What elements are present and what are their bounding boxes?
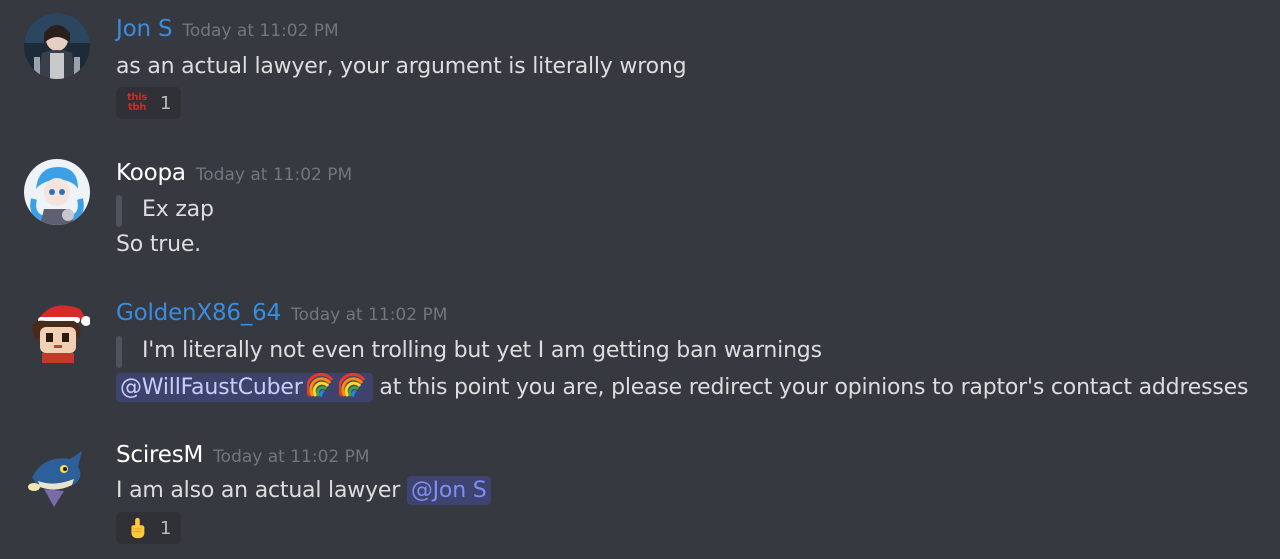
message-text: I am also an actual lawyer bbox=[116, 478, 401, 503]
reaction-this-tbh[interactable]: this tbh 1 bbox=[116, 87, 182, 119]
username[interactable]: GoldenX86_64 bbox=[116, 300, 281, 326]
user-mention[interactable]: @Jon S bbox=[406, 476, 491, 505]
chat-messages: Jon S Today at 11:02 PM as an actual lawy… bbox=[0, 0, 1280, 559]
rainbow-icon bbox=[338, 372, 365, 398]
avatar[interactable] bbox=[24, 441, 90, 507]
reaction-count: 1 bbox=[160, 92, 172, 114]
quote-text: Ex zap bbox=[142, 197, 214, 222]
username[interactable]: Koopa bbox=[116, 160, 186, 186]
quote-block: I'm literally not even trolling but yet … bbox=[116, 336, 822, 368]
username[interactable]: SciresM bbox=[116, 442, 203, 468]
message-header: GoldenX86_64 Today at 11:02 PM bbox=[116, 300, 447, 326]
avatar-goldenx-image bbox=[32, 305, 90, 363]
index-pointing-up-icon bbox=[124, 515, 150, 541]
emoji-text-bottom: tbh bbox=[127, 102, 147, 113]
avatar[interactable] bbox=[24, 159, 90, 225]
quote-text: I'm literally not even trolling but yet … bbox=[142, 338, 822, 363]
avatar[interactable] bbox=[24, 13, 90, 79]
quote-bar bbox=[116, 336, 122, 368]
timestamp[interactable]: Today at 11:02 PM bbox=[291, 305, 447, 325]
this-tbh-emoji-icon: this tbh bbox=[124, 90, 150, 116]
message-header: SciresM Today at 11:02 PM bbox=[116, 442, 370, 468]
timestamp[interactable]: Today at 11:02 PM bbox=[196, 165, 352, 185]
reaction-index-pointing-up[interactable]: 1 bbox=[116, 512, 182, 544]
avatar-jon-s-image bbox=[24, 13, 90, 79]
message-text: So true. bbox=[116, 232, 201, 257]
rainbow-icon bbox=[306, 372, 333, 398]
quote-block: Ex zap bbox=[116, 195, 214, 227]
timestamp[interactable]: Today at 11:02 PM bbox=[182, 21, 338, 41]
mention-text: @WillFaustCuber bbox=[120, 375, 303, 400]
avatar-sciresm-image bbox=[28, 451, 82, 507]
timestamp[interactable]: Today at 11:02 PM bbox=[213, 447, 369, 467]
message-text-line: I am also an actual lawyer @Jon S bbox=[116, 476, 491, 505]
message-text-line: @WillFaustCuber at this point you are, p… bbox=[116, 372, 1249, 402]
message-text: as an actual lawyer, your argument is li… bbox=[116, 54, 687, 79]
avatar-koopa-image bbox=[24, 159, 90, 225]
message-header: Koopa Today at 11:02 PM bbox=[116, 160, 352, 186]
message-header: Jon S Today at 11:02 PM bbox=[116, 16, 339, 42]
quote-bar bbox=[116, 195, 122, 227]
username[interactable]: Jon S bbox=[116, 16, 173, 42]
user-mention[interactable]: @WillFaustCuber bbox=[116, 372, 373, 402]
avatar[interactable] bbox=[24, 299, 90, 365]
reaction-count: 1 bbox=[160, 517, 172, 539]
message-text: at this point you are, please redirect y… bbox=[379, 375, 1249, 400]
